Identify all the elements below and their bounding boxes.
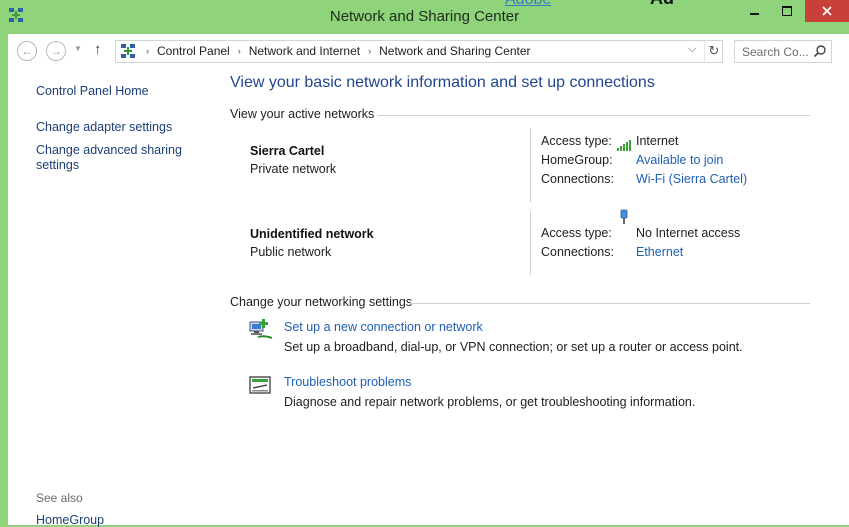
wifi-connection-link[interactable]: Wi-Fi (Sierra Cartel) bbox=[636, 172, 747, 186]
ethernet-plug-icon bbox=[620, 209, 628, 224]
address-dropdown-icon[interactable]: ⌵ bbox=[688, 43, 696, 56]
divider bbox=[530, 211, 531, 275]
troubleshoot-description: Diagnose and repair network problems, or… bbox=[284, 395, 696, 409]
breadcrumb-separator[interactable]: › bbox=[146, 46, 149, 56]
breadcrumb-network-and-internet[interactable]: Network and Internet bbox=[249, 44, 360, 58]
search-box[interactable] bbox=[734, 40, 832, 63]
breadcrumb: › Control Panel › Network and Internet ›… bbox=[138, 44, 531, 58]
wifi-signal-icon bbox=[617, 140, 631, 151]
network-name: Unidentified network bbox=[250, 227, 374, 241]
refresh-button[interactable]: ↻ bbox=[704, 41, 723, 62]
settings-heading: Change your networking settings bbox=[230, 295, 413, 309]
window-title: Network and Sharing Center bbox=[329, 8, 520, 25]
divider bbox=[530, 128, 531, 202]
setup-connection-link[interactable]: Set up a new connection or network bbox=[284, 320, 483, 334]
close-icon bbox=[822, 6, 832, 16]
homegroup-link[interactable]: Available to join bbox=[636, 153, 723, 167]
window-client-area: ← → ▼ ↑ › Control Panel › Network and In… bbox=[8, 34, 849, 527]
minimize-icon bbox=[749, 13, 759, 15]
breadcrumb-separator[interactable]: › bbox=[238, 46, 241, 56]
connections-label: Connections: bbox=[541, 245, 614, 259]
network-category[interactable]: Public network bbox=[250, 245, 331, 259]
back-button[interactable]: ← bbox=[17, 41, 37, 61]
access-type-label: Access type: bbox=[541, 226, 612, 240]
divider bbox=[410, 303, 810, 304]
new-connection-icon bbox=[249, 319, 273, 339]
recent-locations-icon[interactable]: ▼ bbox=[74, 44, 82, 53]
network-name: Sierra Cartel bbox=[250, 144, 325, 158]
ethernet-connection-link[interactable]: Ethernet bbox=[636, 245, 683, 259]
sidebar-item-change-advanced-sharing-settings[interactable]: Change advanced sharing settings bbox=[36, 143, 186, 173]
see-also-heading: See also bbox=[36, 491, 83, 505]
page-title: View your basic network information and … bbox=[230, 74, 655, 91]
sidebar-item-control-panel-home[interactable]: Control Panel Home bbox=[36, 84, 149, 99]
access-type-value: No Internet access bbox=[636, 226, 741, 240]
up-button[interactable]: ↑ bbox=[94, 41, 102, 58]
troubleshoot-link[interactable]: Troubleshoot problems bbox=[284, 375, 411, 389]
sidebar-item-change-adapter-settings[interactable]: Change adapter settings bbox=[36, 120, 172, 135]
close-button[interactable] bbox=[805, 0, 849, 22]
title-bar[interactable]: Adobe Ad Network and Sharing Center bbox=[0, 0, 849, 34]
breadcrumb-separator[interactable]: › bbox=[368, 46, 371, 56]
minimize-button[interactable] bbox=[740, 0, 768, 22]
access-type-value: Internet bbox=[636, 134, 679, 148]
forward-button[interactable]: → bbox=[46, 41, 66, 61]
connections-label: Connections: bbox=[541, 172, 614, 186]
active-networks-heading: View your active networks bbox=[230, 107, 375, 121]
maximize-icon bbox=[782, 6, 792, 16]
setup-connection-description: Set up a broadband, dial-up, or VPN conn… bbox=[284, 340, 743, 354]
divider bbox=[378, 115, 810, 116]
navigation-bar: ← → ▼ ↑ › Control Panel › Network and In… bbox=[8, 34, 849, 68]
address-bar[interactable]: › Control Panel › Network and Internet ›… bbox=[115, 40, 723, 63]
homegroup-label: HomeGroup: bbox=[541, 153, 613, 167]
breadcrumb-control-panel[interactable]: Control Panel bbox=[157, 44, 230, 58]
troubleshoot-icon bbox=[249, 376, 271, 394]
control-panel-icon bbox=[121, 44, 135, 58]
search-input[interactable] bbox=[735, 41, 814, 61]
network-category[interactable]: Private network bbox=[250, 162, 336, 176]
search-icon[interactable] bbox=[813, 44, 827, 58]
maximize-button[interactable] bbox=[770, 0, 804, 22]
breadcrumb-network-and-sharing-center[interactable]: Network and Sharing Center bbox=[379, 44, 530, 58]
access-type-label: Access type: bbox=[541, 134, 612, 148]
